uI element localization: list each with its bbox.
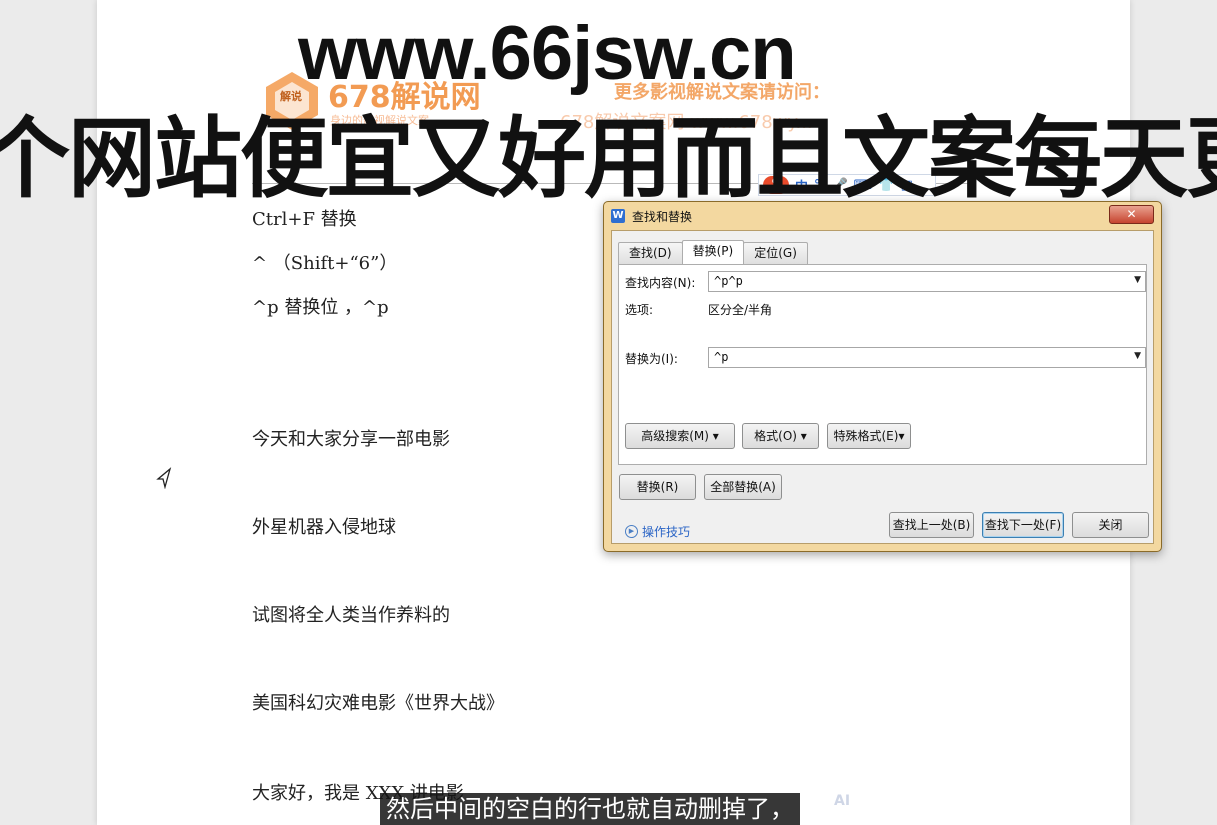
- play-tips-icon[interactable]: ▶: [625, 525, 638, 538]
- close-icon[interactable]: ✕: [1109, 205, 1154, 224]
- overlay-banner: 个网站便宜又好用而且文案每天更: [0, 107, 1217, 210]
- special-format-button[interactable]: 特殊格式(E)▾: [827, 423, 911, 449]
- find-label: 查找内容(N):: [625, 276, 696, 290]
- tab-replace[interactable]: 替换(P): [681, 240, 745, 264]
- overlay-url: www.66jsw.cn: [298, 11, 797, 96]
- replace-all-button[interactable]: 全部替换(A): [704, 474, 782, 500]
- find-next-button[interactable]: 查找下一处(F): [982, 512, 1064, 538]
- options-label: 选项:: [625, 303, 654, 317]
- tab-find[interactable]: 查找(D): [618, 242, 683, 264]
- find-value: ^p^p: [714, 274, 743, 288]
- replace-button[interactable]: 替换(R): [619, 474, 696, 500]
- tab-goto[interactable]: 定位(G): [743, 242, 808, 264]
- ai-watermark: AI: [834, 793, 851, 809]
- find-input[interactable]: ^p^p ▼: [708, 271, 1146, 292]
- format-button[interactable]: 格式(O) ▾: [742, 423, 819, 449]
- replace-label: 替换为(I):: [625, 352, 678, 366]
- video-subtitle: 然后中间的空白的行也就自动删掉了，: [380, 793, 800, 825]
- options-value: 区分全/半角: [708, 303, 773, 317]
- dialog-body: 查找(D) 替换(P) 定位(G) 查找内容(N): ^p^p ▼ 选项: 区分…: [611, 230, 1154, 544]
- find-replace-dialog: W 查找和替换 ✕ 查找(D) 替换(P) 定位(G) 查找内容(N): ^p^…: [603, 201, 1162, 552]
- doc-line[interactable]: ^p 替换位 ，^p: [252, 293, 389, 319]
- advanced-search-button[interactable]: 高级搜索(M) ▾: [625, 423, 735, 449]
- find-previous-button[interactable]: 查找上一处(B): [889, 512, 974, 538]
- doc-line[interactable]: 外星机器入侵地球: [252, 513, 396, 539]
- chevron-down-icon[interactable]: ▼: [1134, 275, 1141, 285]
- replace-panel: 查找内容(N): ^p^p ▼ 选项: 区分全/半角 替换为(I): ^p ▼ …: [618, 264, 1147, 465]
- mouse-cursor-icon: [156, 467, 172, 489]
- replace-value: ^p: [714, 350, 729, 364]
- doc-line[interactable]: 试图将全人类当作养料的: [252, 601, 450, 627]
- dialog-tabs: 查找(D) 替换(P) 定位(G): [618, 240, 808, 264]
- dialog-titlebar[interactable]: W 查找和替换 ✕: [604, 202, 1161, 229]
- replace-input[interactable]: ^p ▼: [708, 347, 1146, 368]
- close-button[interactable]: 关闭: [1072, 512, 1149, 538]
- doc-line[interactable]: 今天和大家分享一部电影: [252, 425, 450, 451]
- tips-link[interactable]: 操作技巧: [642, 523, 690, 540]
- dialog-title: 查找和替换: [632, 210, 693, 224]
- doc-line[interactable]: 美国科幻灾难电影《世界大战》: [252, 689, 504, 715]
- chevron-down-icon[interactable]: ▼: [1134, 351, 1141, 361]
- doc-line[interactable]: ^ （Shift+“6”）: [252, 249, 397, 275]
- wps-writer-icon: W: [611, 209, 625, 223]
